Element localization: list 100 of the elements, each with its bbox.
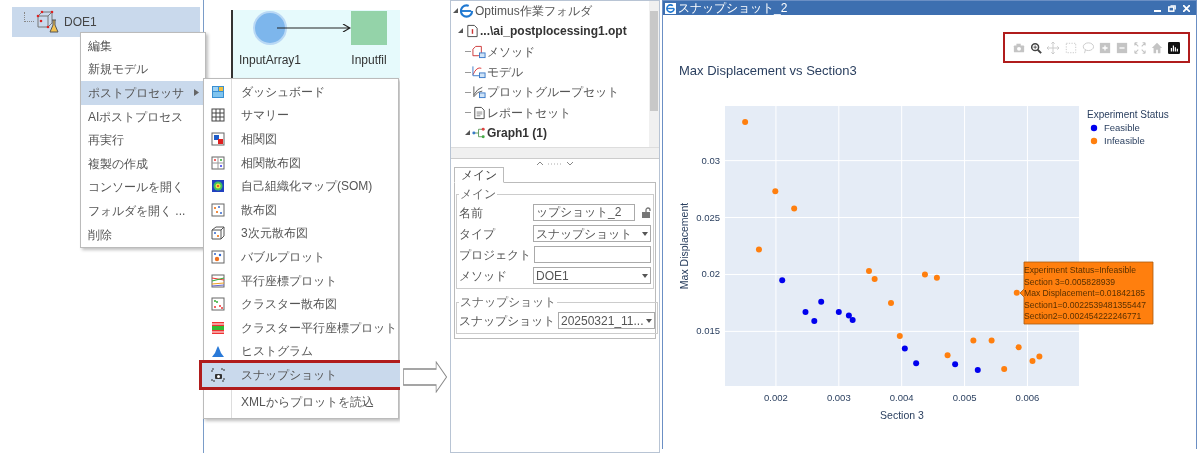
- x-tick-label: 0.005: [952, 392, 977, 403]
- y-tick-label: 0.03: [701, 154, 720, 166]
- hover-label-text: Section2=0.002454222246771: [1024, 311, 1142, 322]
- autoscale-icon[interactable]: [1133, 41, 1146, 54]
- data-point[interactable]: [901, 345, 908, 352]
- menu-item-label: スナップショット: [241, 366, 337, 384]
- box-select-icon[interactable]: [1064, 41, 1077, 54]
- tree-item-label[interactable]: メソッド: [487, 42, 535, 61]
- menu-item[interactable]: ポストプロセッサ: [81, 81, 205, 105]
- model-icon: [472, 65, 486, 80]
- menu-item[interactable]: スナップショット: [202, 363, 400, 387]
- menu-item[interactable]: 自己組織化マップ(SOM): [204, 174, 398, 198]
- data-point[interactable]: [835, 309, 842, 315]
- data-point[interactable]: [952, 361, 959, 368]
- data-point[interactable]: [818, 298, 825, 305]
- home-icon[interactable]: [1150, 41, 1163, 54]
- dropdown-caret-icon: [642, 231, 648, 236]
- data-point[interactable]: [811, 318, 818, 325]
- data-point[interactable]: [779, 277, 786, 284]
- menu-item[interactable]: ヒストグラム: [204, 339, 398, 364]
- menu-item[interactable]: 3次元散布図: [204, 221, 398, 246]
- dropdown[interactable]: DOE1: [533, 267, 651, 284]
- x-tick-label: 0.006: [1015, 392, 1040, 403]
- legend-label[interactable]: Infeasible: [1104, 135, 1145, 146]
- tree-item-label[interactable]: プロットグループセット: [487, 83, 619, 102]
- graph-icon: [472, 125, 486, 140]
- group-title: メイン: [459, 186, 497, 203]
- menu-item[interactable]: 相関図: [204, 127, 398, 151]
- data-point[interactable]: [845, 312, 852, 319]
- cluster-lines-icon: [210, 320, 225, 335]
- unlocked-padlock-icon[interactable]: [641, 206, 651, 219]
- hover-label-text: Experiment Status=Infeasible: [1024, 265, 1137, 275]
- x-tick-label: 0.002: [764, 392, 788, 403]
- menu-item[interactable]: サマリー: [204, 103, 398, 128]
- menu-item-label: XMLからプロットを読込: [241, 393, 374, 411]
- plot-group-icon: [472, 85, 486, 100]
- tree-item-label[interactable]: Graph1 (1): [487, 123, 547, 142]
- menu-item[interactable]: 平行座標プロット: [204, 268, 398, 293]
- cluster-scatter-icon: [210, 297, 225, 312]
- text-field[interactable]: [534, 246, 651, 263]
- menu-item[interactable]: フォルダを開く ...: [81, 199, 205, 223]
- menu-item[interactable]: 相関散布図: [204, 150, 398, 175]
- method-icon: [472, 44, 486, 59]
- camera-icon[interactable]: [1013, 41, 1025, 54]
- group-title: スナップショット: [459, 294, 557, 311]
- menu-item-label: AIポストプロセス: [88, 108, 184, 126]
- legend-label[interactable]: Feasible: [1104, 122, 1140, 133]
- data-point[interactable]: [913, 360, 920, 367]
- zoom-icon[interactable]: [1030, 41, 1043, 54]
- node-label: InputArray1: [239, 52, 302, 69]
- horizontal-scrollbar[interactable]: [451, 147, 659, 158]
- menu-item[interactable]: バブルプロット: [204, 245, 398, 269]
- menu-item[interactable]: 削除: [81, 222, 205, 247]
- dropdown[interactable]: スナップショット: [533, 225, 651, 242]
- dropdown[interactable]: 20250321_11...: [558, 312, 655, 329]
- snapshot-camera-icon: [210, 367, 225, 382]
- zoom-in-icon[interactable]: [1099, 41, 1112, 54]
- tree-item-label[interactable]: Optimus作業フォルダ: [475, 2, 592, 21]
- tree-item-label[interactable]: レポートセット: [487, 103, 571, 122]
- menu-item[interactable]: クラスター散布図: [204, 292, 398, 316]
- menu-item[interactable]: 再実行: [81, 128, 205, 152]
- tree-item-label[interactable]: モデル: [487, 63, 523, 82]
- menu-item[interactable]: コンソールを開く: [81, 175, 205, 200]
- expand-toggle-icon[interactable]: [465, 129, 471, 136]
- lasso-icon[interactable]: [1081, 41, 1094, 54]
- menu-item-label: 自己組織化マップ(SOM): [241, 178, 373, 196]
- vertical-scrollbar[interactable]: [649, 1, 659, 147]
- expand-toggle-icon[interactable]: [453, 8, 459, 15]
- tree-item-label[interactable]: ...\ai_postplocessing1.opt: [480, 22, 627, 41]
- tab[interactable]: メイン: [454, 167, 504, 183]
- zoom-out-icon[interactable]: [1116, 41, 1129, 54]
- splitter-handle-icon[interactable]: [535, 160, 575, 166]
- grid-icon: [210, 108, 225, 123]
- data-point[interactable]: [802, 309, 809, 315]
- som-map-icon: [210, 179, 225, 194]
- bar-chart-logo-icon[interactable]: [1167, 41, 1180, 54]
- node-label: Inputfil: [351, 52, 387, 69]
- close-icon[interactable]: [1183, 4, 1190, 12]
- text-field[interactable]: ップショット_2: [533, 204, 635, 221]
- menu-item[interactable]: 複製の作成: [81, 151, 205, 176]
- tree-row[interactable]: DOE1: [12, 7, 200, 37]
- expand-toggle-icon[interactable]: [458, 28, 464, 35]
- menu-item-label: ヒストグラム: [241, 343, 313, 361]
- data-point[interactable]: [849, 317, 856, 323]
- dropdown-caret-icon: [642, 273, 648, 278]
- menu-item-label: 削除: [88, 226, 112, 244]
- legend-title: Experiment Status: [1087, 109, 1169, 120]
- menu-item[interactable]: クラスター平行座標プロット: [204, 315, 398, 340]
- pan-icon[interactable]: [1047, 41, 1060, 54]
- menu-item[interactable]: AIポストプロセス: [81, 104, 205, 129]
- menu-item[interactable]: 新規モデル: [81, 57, 205, 82]
- restore-icon[interactable]: [1168, 4, 1176, 12]
- data-point[interactable]: [974, 367, 981, 374]
- y-tick-label: 0.02: [701, 268, 720, 280]
- menu-item[interactable]: XMLからプロットを読込: [204, 386, 398, 417]
- menu-item[interactable]: 散布図: [204, 197, 398, 222]
- window-title: スナップショット_2: [678, 1, 788, 15]
- square-node: [351, 11, 387, 45]
- menu-item[interactable]: ダッシュボード: [204, 80, 398, 104]
- menu-item[interactable]: 編集: [81, 34, 205, 58]
